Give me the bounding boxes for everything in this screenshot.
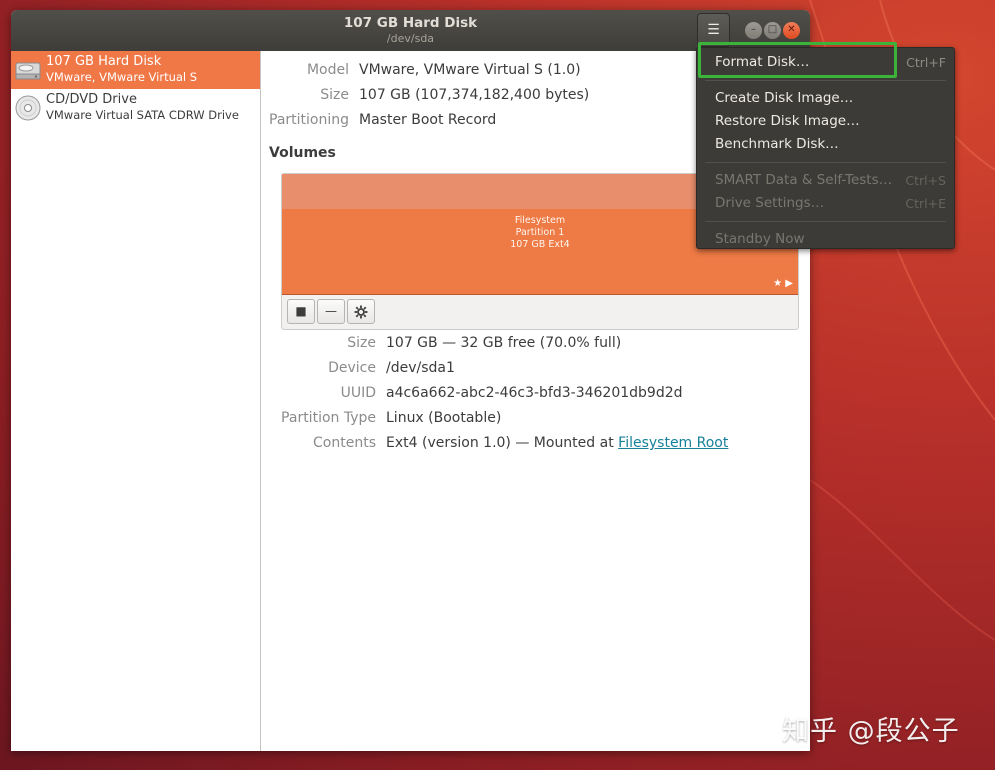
model-value: VMware, VMware Virtual S (1.0): [359, 62, 581, 78]
play-icon: ▶: [785, 278, 793, 289]
hamburger-menu-icon: ☰: [707, 22, 720, 38]
unmount-button[interactable]: ■: [287, 299, 315, 324]
volume-size-label: Size: [347, 335, 376, 351]
stop-icon: ■: [295, 304, 307, 318]
maximize-icon: □: [767, 24, 778, 35]
partitioning-value: Master Boot Record: [359, 112, 497, 128]
menu-item-create-disk-image[interactable]: Create Disk Image…: [715, 90, 853, 106]
highlight-annotation: [698, 42, 897, 78]
close-icon: ✕: [787, 24, 796, 35]
disks-window: 107 GB Hard Disk /dev/sda ☰ – □ ✕ 107 GB…: [11, 10, 810, 751]
titlebar[interactable]: 107 GB Hard Disk /dev/sda ☰ – □ ✕: [11, 10, 810, 51]
shortcut-format-disk: Ctrl+F: [906, 55, 946, 70]
shortcut-drive-settings: Ctrl+E: [905, 196, 946, 211]
shortcut-smart-data: Ctrl+S: [905, 173, 946, 188]
contents-text: Ext4 (version 1.0) — Mounted at: [386, 435, 619, 451]
contents-label: Contents: [313, 435, 376, 451]
menu-separator: [705, 221, 946, 222]
sidebar-item-hard-disk[interactable]: 107 GB Hard Disk VMware, VMware Virtual …: [11, 51, 260, 89]
drive-model: VMware, VMware Virtual S: [46, 70, 198, 84]
partitioning-label: Partitioning: [269, 112, 349, 128]
watermark-text: 知乎 @段公子: [782, 716, 960, 747]
hard-disk-icon: [15, 62, 41, 80]
close-button[interactable]: ✕: [783, 22, 800, 39]
minus-icon: —: [325, 304, 337, 318]
contents-value: Ext4 (version 1.0) — Mounted at Filesyst…: [386, 435, 728, 451]
menu-separator: [705, 162, 946, 163]
menu-item-smart-data: SMART Data & Self-Tests…: [715, 172, 893, 188]
volume-size-value: 107 GB — 32 GB free (70.0% full): [386, 335, 622, 351]
menu-item-standby-now: Standby Now: [715, 231, 805, 247]
star-icon: ★: [773, 278, 783, 289]
drive-sidebar: 107 GB Hard Disk VMware, VMware Virtual …: [11, 51, 261, 751]
volumes-heading: Volumes: [269, 145, 336, 161]
disk-size-value: 107 GB (107,374,182,400 bytes): [359, 87, 590, 103]
window-title: 107 GB Hard Disk: [343, 15, 478, 31]
window-subtitle: /dev/sda: [386, 32, 435, 45]
model-label: Model: [306, 62, 349, 78]
maximize-button[interactable]: □: [764, 22, 781, 39]
minimize-icon: –: [751, 24, 756, 35]
partition-type-value: Linux (Bootable): [386, 410, 502, 426]
uuid-value: a4c6a662-abc2-46c3-bfd3-346201db9d2d: [386, 385, 683, 401]
menu-item-benchmark-disk[interactable]: Benchmark Disk…: [715, 136, 839, 152]
menu-item-restore-disk-image[interactable]: Restore Disk Image…: [715, 113, 860, 129]
disk-size-label: Size: [320, 87, 349, 103]
sidebar-item-cd-dvd-drive[interactable]: CD/DVD Drive VMware Virtual SATA CDRW Dr…: [11, 89, 260, 127]
delete-partition-button[interactable]: —: [317, 299, 345, 324]
device-value: /dev/sda1: [386, 360, 455, 376]
uuid-label: UUID: [340, 385, 376, 401]
menu-separator: [705, 80, 946, 81]
partition-settings-button[interactable]: [347, 299, 375, 324]
drive-model: VMware Virtual SATA CDRW Drive: [46, 108, 239, 122]
partition-type-label: Partition Type: [281, 410, 376, 426]
filesystem-root-link[interactable]: Filesystem Root: [618, 435, 728, 451]
optical-disc-icon: [15, 95, 41, 121]
menu-item-drive-settings: Drive Settings…: [715, 195, 825, 211]
minimize-button[interactable]: –: [745, 22, 762, 39]
drive-name: 107 GB Hard Disk: [46, 54, 162, 69]
device-label: Device: [328, 360, 376, 376]
partition-flags: ★ ▶: [773, 278, 793, 289]
gear-icon: [354, 305, 368, 319]
drive-name: CD/DVD Drive: [46, 92, 137, 107]
